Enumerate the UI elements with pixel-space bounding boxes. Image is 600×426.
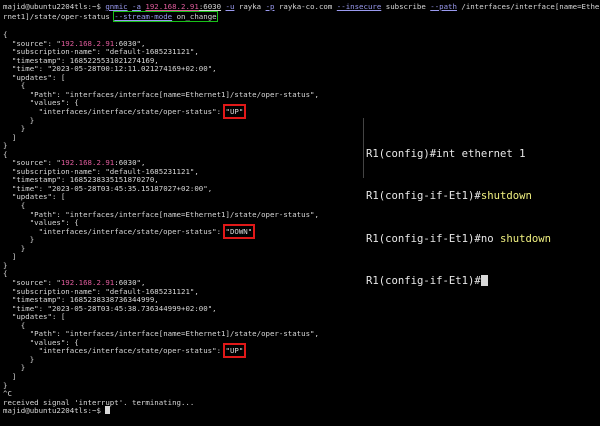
cmd-password: rayka-co.com — [278, 2, 333, 11]
router-panel-divider — [363, 118, 364, 178]
cmd-path-flag: --path — [430, 2, 457, 11]
command-line-1: majid@ubuntu2204tls:~$ gnmic -a 192.168.… — [3, 2, 599, 12]
terminal-cursor — [105, 406, 111, 415]
cmd-bin: gnmic — [105, 2, 128, 11]
cmd-path-part2: rnet1]/state/oper-status — [3, 12, 110, 21]
cmd-address-port: :6030 — [198, 2, 222, 11]
cmd-insecure-flag: --insecure — [336, 2, 382, 11]
status-up-highlight-2: "UP" — [222, 343, 247, 359]
status-value-3: UP — [229, 346, 239, 356]
cmd-stream-value: on_change — [176, 12, 217, 21]
stream-mode-highlight: --stream-mode on_change — [113, 11, 218, 22]
status-down-highlight: "DOWN" — [222, 223, 256, 239]
router-line-1: R1(config)#int ethernet 1 — [366, 148, 526, 161]
cmd-path-part1: /interfaces/interface[name=Ethe — [461, 2, 600, 11]
router-line-3: R1(config-if-Et1)#no shutdown — [366, 232, 551, 245]
cmd-subcommand: subscribe — [385, 2, 426, 11]
shell-prompt: majid@ubuntu2204tls:~$ — [3, 2, 106, 11]
router-cursor — [480, 275, 488, 287]
cmd-user: rayka — [238, 2, 262, 11]
status-value-2: DOWN — [229, 226, 248, 236]
event-1-value-line: "interfaces/interface/state/oper-status"… — [3, 103, 247, 119]
event-3-value-line: "interfaces/interface/state/oper-status"… — [3, 343, 247, 359]
cmd-p-flag: -p — [265, 2, 275, 11]
cmd-stream-flag: --stream-mode — [114, 12, 173, 21]
cmd-u-flag: -u — [225, 2, 235, 11]
command-line-2: rnet1]/state/oper-status --stream-mode o… — [3, 11, 218, 22]
final-prompt-line: majid@ubuntu2204tls:~$ — [3, 406, 111, 416]
event-2-value-line: "interfaces/interface/state/oper-status"… — [3, 223, 256, 239]
router-cli-panel[interactable]: R1(config)#int ethernet 1 R1(config-if-E… — [366, 119, 551, 302]
cmd-a-flag: -a — [132, 2, 141, 11]
cmd-address-ip: 192.168.2.91 — [145, 2, 199, 11]
status-up-highlight-1: "UP" — [222, 103, 247, 119]
status-value-1: UP — [229, 106, 239, 116]
router-line-4: R1(config-if-Et1)# — [366, 274, 551, 288]
router-line-2: R1(config-if-Et1)#shutdown — [366, 190, 532, 203]
